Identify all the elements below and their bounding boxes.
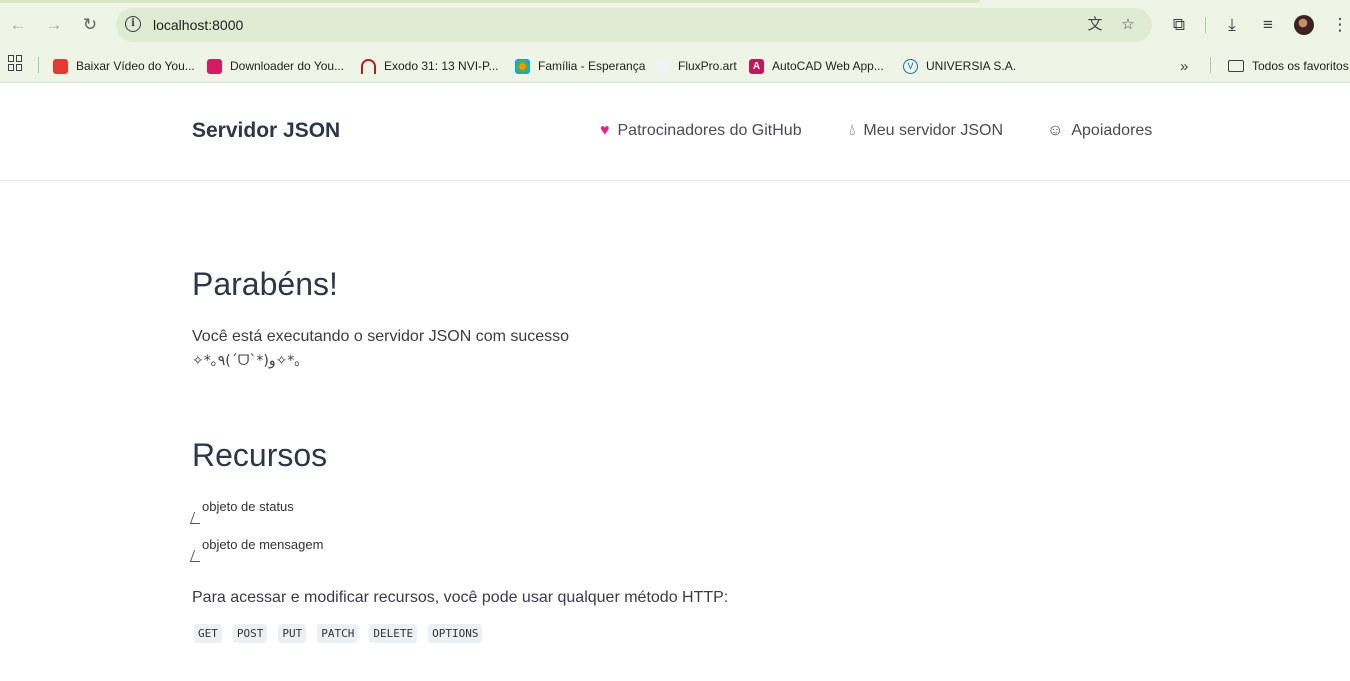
download-icon[interactable]: ⤓ (1220, 13, 1244, 37)
resource-link-status[interactable]: objeto de status (189, 499, 492, 529)
bookmarks-divider-right (1210, 57, 1211, 73)
back-arrow-icon[interactable]: ← (5, 12, 31, 38)
download-favicon-icon (53, 58, 68, 74)
http-methods-list: GET POST PUT PATCH DELETE OPTIONS (194, 624, 483, 643)
nav-github-sponsors[interactable]: ♥ Patrocinadores do GitHub (600, 122, 802, 140)
resources-title: Recursos (192, 437, 328, 473)
resource-link-messages[interactable]: objeto de mensagem (189, 537, 492, 567)
method-patch: PATCH (317, 624, 359, 643)
smiley-icon: ☺ (1047, 122, 1064, 139)
http-methods-text: Para acessar e modificar recursos, você … (192, 589, 729, 606)
browser-toolbar: ← → ↻ i localhost:8000 文 ☆ ⧉ ⤓ ≡ ⋮ (0, 0, 1350, 50)
bookmark-star-icon[interactable]: ☆ (1118, 15, 1138, 35)
forward-arrow-icon[interactable]: → (41, 12, 67, 38)
universia-favicon-icon: V (903, 58, 918, 74)
extensions-icon[interactable]: ⧉ (1167, 13, 1191, 37)
bookmarks-overflow-icon[interactable]: » (1180, 55, 1188, 77)
globe-favicon-icon (655, 58, 670, 74)
bookmark-exodo[interactable]: Exodo 31: 13 NVI-P... (361, 55, 499, 77)
toolbar-divider (1205, 17, 1206, 33)
bible-favicon-icon (361, 58, 376, 74)
congrats-title: Parabéns! (192, 266, 338, 302)
heart-icon: ♥ (600, 122, 610, 139)
url-text[interactable]: localhost:8000 (153, 17, 243, 33)
bookmark-familia[interactable]: Família - Esperança (515, 55, 645, 77)
address-bar[interactable]: i localhost:8000 文 ☆ (116, 8, 1152, 42)
bookmark-downloader[interactable]: Downloader do You... (207, 55, 344, 77)
bookmark-baixar-video[interactable]: Baixar Vídeo do You... (53, 55, 195, 77)
familia-favicon-icon (515, 58, 530, 74)
method-post: POST (232, 624, 268, 643)
method-put: PUT (278, 624, 307, 643)
translate-icon[interactable]: 文 (1085, 15, 1105, 35)
method-delete: DELETE (369, 624, 418, 643)
kaomoji: ✧*｡٩(ˊᗜˋ*)و✧*｡ (192, 353, 302, 369)
folder-icon (1228, 60, 1244, 72)
nav-supporters[interactable]: ☺ Apoiadores (1047, 122, 1152, 140)
autocad-favicon-icon: A (749, 58, 764, 74)
nav-my-json-server[interactable]: 💧︎ Meu servidor JSON (849, 122, 1003, 140)
site-header: Servidor JSON ♥ Patrocinadores do GitHub… (0, 83, 1350, 181)
method-get: GET (194, 624, 222, 643)
droplet-icon: 💧︎ (849, 122, 856, 139)
active-tab-indicator (0, 0, 980, 3)
reload-icon[interactable]: ↻ (77, 12, 103, 38)
bookmark-fluxpro[interactable]: FluxPro.art (655, 55, 737, 77)
bookmark-autocad[interactable]: A AutoCAD Web App... (749, 55, 884, 77)
site-brand[interactable]: Servidor JSON (192, 119, 340, 143)
media-queue-icon[interactable]: ≡ (1256, 13, 1280, 37)
congrats-text: Você está executando o servidor JSON com… (192, 328, 570, 345)
profile-avatar[interactable] (1294, 15, 1314, 35)
site-info-icon[interactable]: i (125, 16, 141, 32)
menu-kebab-icon[interactable]: ⋮ (1328, 13, 1350, 37)
bookmark-universia[interactable]: V UNIVERSIA S.A. (903, 55, 1016, 77)
apps-grid-icon[interactable] (8, 55, 24, 71)
downloader-favicon-icon (207, 58, 222, 74)
method-options: OPTIONS (428, 624, 483, 643)
bookmarks-divider (38, 57, 39, 73)
all-bookmarks-folder[interactable]: Todos os favoritos (1228, 55, 1349, 77)
